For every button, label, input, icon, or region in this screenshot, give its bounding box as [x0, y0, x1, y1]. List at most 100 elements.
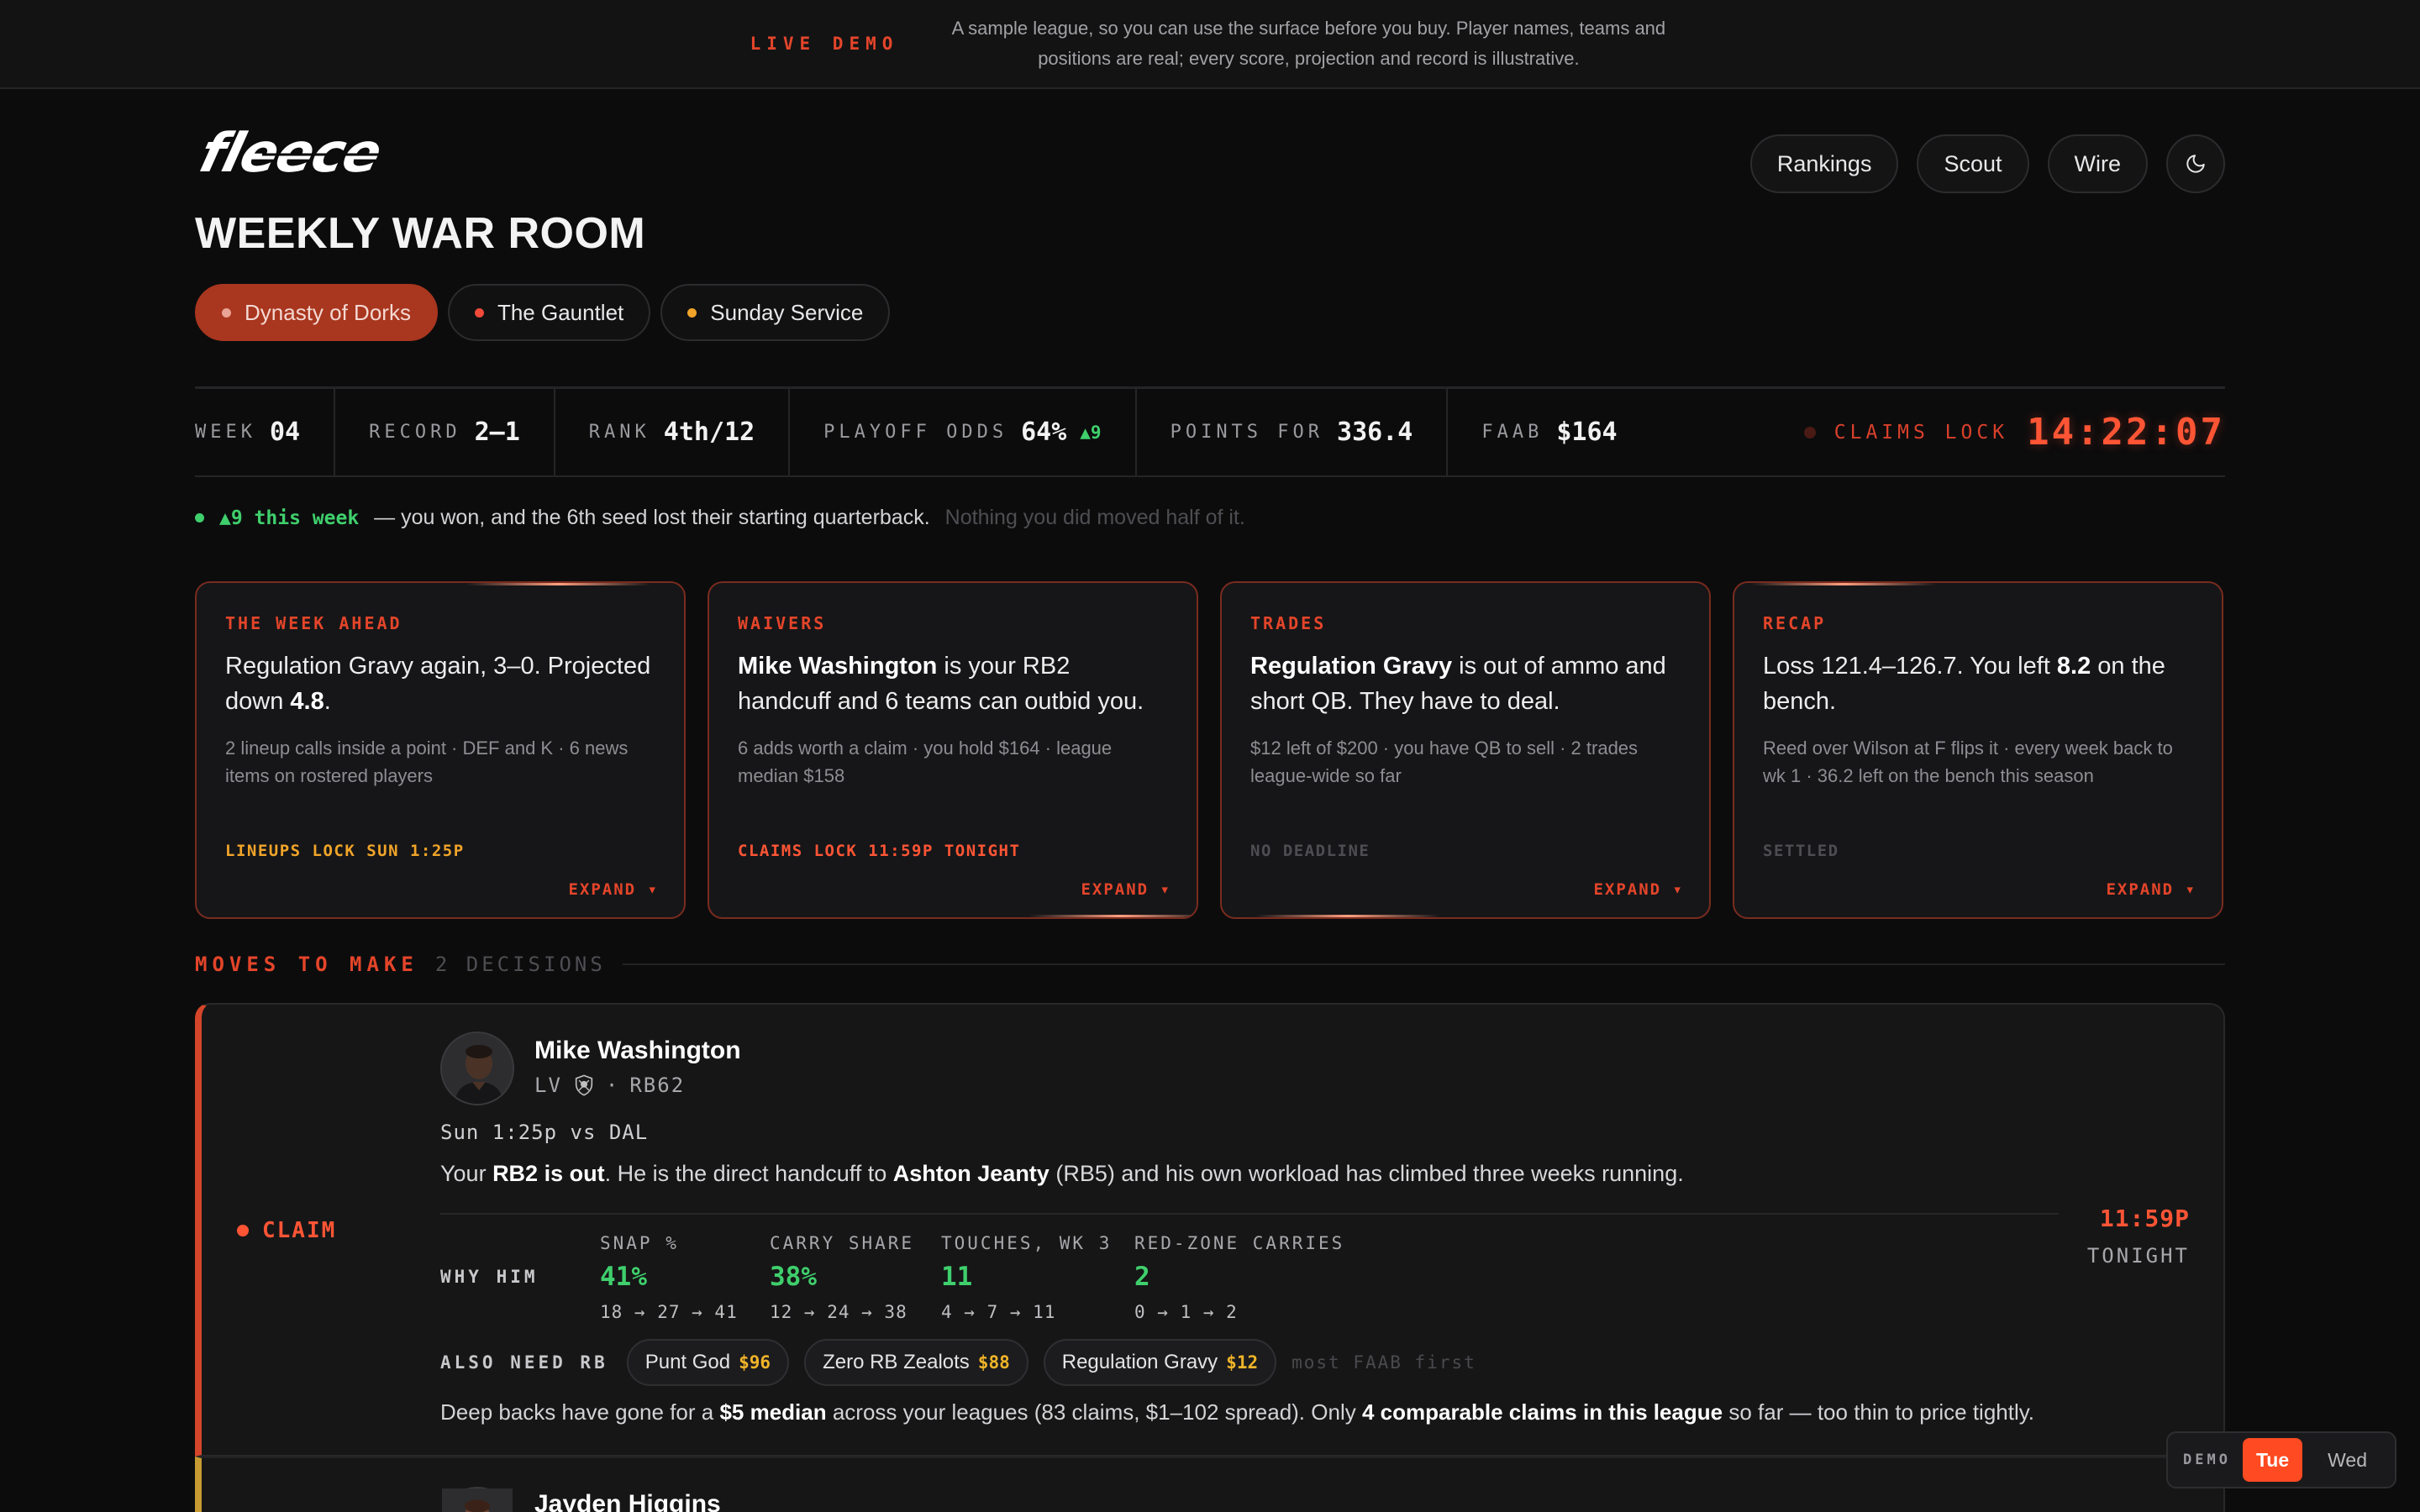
card-subtext: Reed over Wilson at F flips it · every w…: [1763, 738, 2173, 786]
weekly-note-main: — you won, and the 6th seed lost their s…: [374, 506, 930, 529]
stat-value: 2–1: [474, 417, 520, 447]
move-reason: Your RB2 is out. He is the direct handcu…: [440, 1161, 1684, 1186]
pulse-dot: [1803, 426, 1816, 438]
also-need-label: ALSO NEED RB: [440, 1352, 608, 1373]
fleece-logo[interactable]: fleece: [195, 126, 501, 185]
card-expand-button[interactable]: EXPAND ▾: [1593, 880, 1684, 899]
stat-label: RANK: [588, 422, 650, 443]
rival-chip[interactable]: Regulation Gravy $12: [1043, 1339, 1277, 1386]
deadline-time: 11:59P: [2099, 1205, 2190, 1232]
metric-label: SNAP %: [600, 1233, 679, 1253]
stat-points-for: POINTS FOR 336.4: [1137, 389, 1449, 475]
rival-name: Regulation Gravy: [1061, 1351, 1218, 1373]
stat-value: 64%: [1021, 417, 1067, 447]
card-headline: Loss 121.4–126.7. You left 8.2 on the be…: [1763, 653, 2165, 715]
metric-snap: SNAP % 41% 18 → 27 → 41: [600, 1233, 738, 1322]
rival-faab: $88: [977, 1352, 1010, 1373]
weekly-note: ▲9 this week — you won, and the 6th seed…: [195, 506, 1245, 530]
metric-label: RED-ZONE CARRIES: [1134, 1233, 1345, 1253]
page-title: WEEKLY WAR ROOM: [195, 209, 646, 258]
status-dot: [195, 513, 204, 522]
stat-playoff-odds: PLAYOFF ODDS 64% ▲9: [790, 389, 1137, 475]
rival-faab: $12: [1226, 1352, 1259, 1373]
demo-banner: LIVE DEMO A sample league, so you can us…: [0, 0, 2420, 89]
nav-wire[interactable]: Wire: [2047, 134, 2148, 193]
stat-week: WEEK 04: [195, 389, 336, 475]
league-tab-label: Dynasty of Dorks: [245, 299, 411, 325]
league-tab-dynasty-of-dorks[interactable]: Dynasty of Dorks: [195, 284, 438, 341]
card-week-ahead[interactable]: THE WEEK AHEAD Regulation Gravy again, 3…: [195, 581, 686, 919]
card-expand-button[interactable]: EXPAND ▾: [568, 880, 659, 899]
player-photo: [442, 1033, 513, 1104]
section-title: MOVES TO MAKE: [195, 953, 418, 976]
player-position-rank: RB62: [629, 1074, 686, 1097]
move-card-claim[interactable]: CLAIM Mike Washington LV · RB62 Sun 1:25…: [195, 1003, 2225, 1457]
card-waivers[interactable]: WAIVERS Mike Washington is your RB2 hand…: [708, 581, 1198, 919]
move-card-next[interactable]: Jayden Higgins: [195, 1457, 2225, 1512]
nav-scout[interactable]: Scout: [1917, 134, 2029, 193]
raiders-shield-icon: [575, 1074, 593, 1096]
card-kicker: RECAP: [1763, 613, 1827, 633]
stat-label: PLAYOFF ODDS: [823, 422, 1008, 443]
card-headline: Mike Washington is your RB2 handcuff and…: [738, 653, 1144, 715]
card-kicker: WAIVERS: [738, 613, 827, 633]
player-team: LV: [534, 1074, 562, 1097]
metric-carry-share: CARRY SHARE 38% 12 → 24 → 38: [770, 1233, 914, 1322]
player-name[interactable]: Mike Washington: [534, 1037, 741, 1065]
demo-day-switcher: DEMO Tue Wed: [2166, 1431, 2396, 1488]
rival-chip[interactable]: Punt God $96: [626, 1339, 790, 1386]
player-avatar: [440, 1487, 514, 1512]
nav-rankings[interactable]: Rankings: [1749, 134, 1899, 193]
metric-touches: TOUCHES, WK 3 11 4 → 7 → 11: [941, 1233, 1112, 1322]
card-expand-button[interactable]: EXPAND ▾: [2106, 880, 2196, 899]
card-deadline: SETTLED: [1763, 842, 1839, 860]
weekly-note-faint: Nothing you did moved half of it.: [944, 506, 1245, 529]
claim-dot: [237, 1225, 249, 1236]
metric-trend: 0 → 1 → 2: [1134, 1302, 1238, 1322]
league-dot: [474, 307, 484, 318]
card-trades[interactable]: TRADES Regulation Gravy is out of ammo a…: [1220, 581, 1711, 919]
claims-lock-label: CLAIMS LOCK: [1833, 421, 2009, 444]
card-headline: Regulation Gravy is out of ammo and shor…: [1250, 653, 1666, 715]
claims-lock-countdown: CLAIMS LOCK 14:22:07: [1803, 411, 2225, 454]
card-recap[interactable]: RECAP Loss 121.4–126.7. You left 8.2 on …: [1733, 581, 2223, 919]
stat-label: FAAB: [1481, 422, 1544, 443]
why-him-label: WHY HIM: [440, 1267, 539, 1287]
metric-trend: 4 → 7 → 11: [941, 1302, 1056, 1322]
league-tabs: Dynasty of Dorks The Gauntlet Sunday Ser…: [195, 284, 891, 341]
card-deadline: CLAIMS LOCK 11:59P TONIGHT: [738, 842, 1021, 860]
stat-rank: RANK 4th/12: [555, 389, 791, 475]
rival-name: Punt God: [644, 1351, 731, 1373]
theme-toggle-button[interactable]: [2166, 134, 2225, 193]
league-tab-the-gauntlet[interactable]: The Gauntlet: [447, 284, 651, 341]
card-subtext: 6 adds worth a claim · you hold $164 · l…: [738, 738, 1113, 786]
stat-label: WEEK: [195, 422, 256, 443]
move-divider: [440, 1213, 2059, 1215]
move-type-tag: CLAIM: [237, 1218, 336, 1243]
player-avatar: [440, 1032, 514, 1105]
summary-cards: THE WEEK AHEAD Regulation Gravy again, 3…: [195, 581, 2225, 919]
card-expand-button[interactable]: EXPAND ▾: [1081, 880, 1171, 899]
card-headline: Regulation Gravy again, 3–0. Projected d…: [225, 653, 651, 715]
rival-chip[interactable]: Zero RB Zealots $88: [804, 1339, 1028, 1386]
stat-label: POINTS FOR: [1170, 422, 1324, 443]
card-kicker: THE WEEK AHEAD: [225, 613, 402, 633]
live-demo-tag: LIVE DEMO: [750, 34, 899, 54]
card-glow: [1751, 583, 1936, 585]
player-photo: [442, 1488, 513, 1512]
league-tab-sunday-service[interactable]: Sunday Service: [660, 284, 891, 341]
move-type-label: CLAIM: [262, 1218, 337, 1243]
stat-record: RECORD 2–1: [335, 389, 555, 475]
stat-value: $164: [1556, 417, 1618, 447]
demo-day-wed[interactable]: Wed: [2314, 1438, 2381, 1482]
demo-day-tue[interactable]: Tue: [2242, 1438, 2303, 1482]
metric-value: 2: [1134, 1262, 1150, 1292]
stat-value: 336.4: [1337, 417, 1413, 447]
league-dot: [222, 307, 231, 318]
card-subtext: 2 lineup calls inside a point · DEF and …: [225, 738, 629, 786]
rival-faab: $96: [739, 1352, 771, 1373]
player-meta: LV · RB62: [534, 1074, 685, 1097]
card-deadline: NO DEADLINE: [1250, 842, 1370, 860]
metric-trend: 12 → 24 → 38: [770, 1302, 908, 1322]
player-name[interactable]: Jayden Higgins: [534, 1490, 721, 1512]
